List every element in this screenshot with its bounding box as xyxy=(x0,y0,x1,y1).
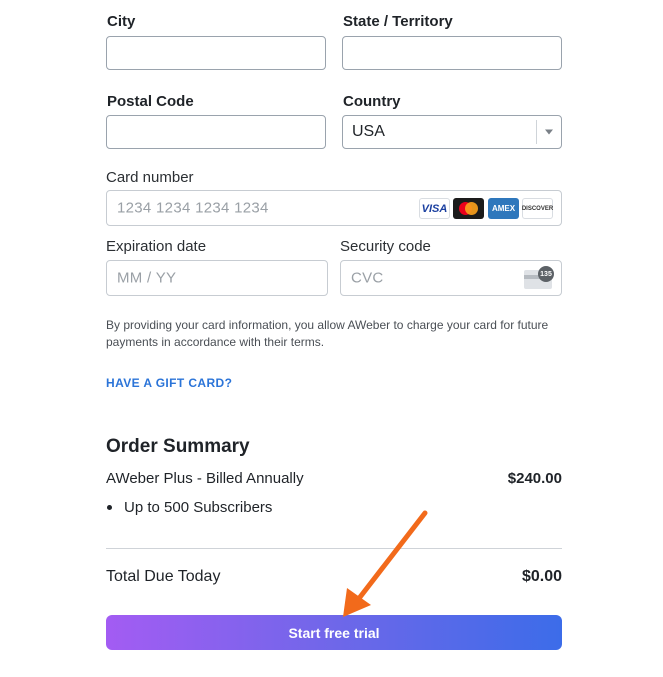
chevron-down-icon[interactable] xyxy=(545,129,553,135)
order-summary-title: Order Summary xyxy=(106,436,250,457)
total-due-value: $0.00 xyxy=(521,568,562,585)
expiration-placeholder: MM / YY xyxy=(117,269,177,287)
total-due-label: Total Due Today xyxy=(106,568,221,585)
cvc-badge: 135 xyxy=(538,266,554,282)
state-input[interactable] xyxy=(342,36,562,70)
card-consent-text: By providing your card information, you … xyxy=(106,318,549,349)
plan-name: AWeber Plus - Billed Annually xyxy=(106,470,304,487)
city-input[interactable] xyxy=(106,36,326,70)
select-divider xyxy=(536,120,537,144)
visa-icon: VISA xyxy=(419,198,450,219)
gift-card-link[interactable]: HAVE A GIFT CARD? xyxy=(106,376,232,390)
discover-icon: DISCOVER xyxy=(522,198,553,219)
feature-bullet xyxy=(107,505,112,510)
country-select[interactable]: USA xyxy=(342,115,562,149)
summary-divider xyxy=(106,548,562,549)
mastercard-icon xyxy=(453,198,484,219)
postal-code-input[interactable] xyxy=(106,115,326,149)
card-number-label: Card number xyxy=(106,169,194,186)
start-free-trial-button[interactable]: Start free trial xyxy=(106,615,562,650)
plan-price: $240.00 xyxy=(507,470,562,487)
security-code-placeholder: CVC xyxy=(351,269,384,287)
security-code-label: Security code xyxy=(340,238,431,255)
expiration-input[interactable]: MM / YY xyxy=(106,260,328,296)
state-label: State / Territory xyxy=(343,13,453,30)
expiration-label: Expiration date xyxy=(106,238,207,255)
country-label: Country xyxy=(343,93,401,110)
feature-item: Up to 500 Subscribers xyxy=(124,499,273,516)
city-label: City xyxy=(107,13,136,30)
card-number-placeholder: 1234 1234 1234 1234 xyxy=(117,199,269,217)
card-number-input[interactable]: 1234 1234 1234 1234 VISA AMEX DISCOVER xyxy=(106,190,562,226)
security-code-input[interactable]: CVC 135 xyxy=(340,260,562,296)
postal-code-label: Postal Code xyxy=(107,93,194,110)
country-selected-value: USA xyxy=(352,123,385,140)
amex-icon: AMEX xyxy=(488,198,519,219)
